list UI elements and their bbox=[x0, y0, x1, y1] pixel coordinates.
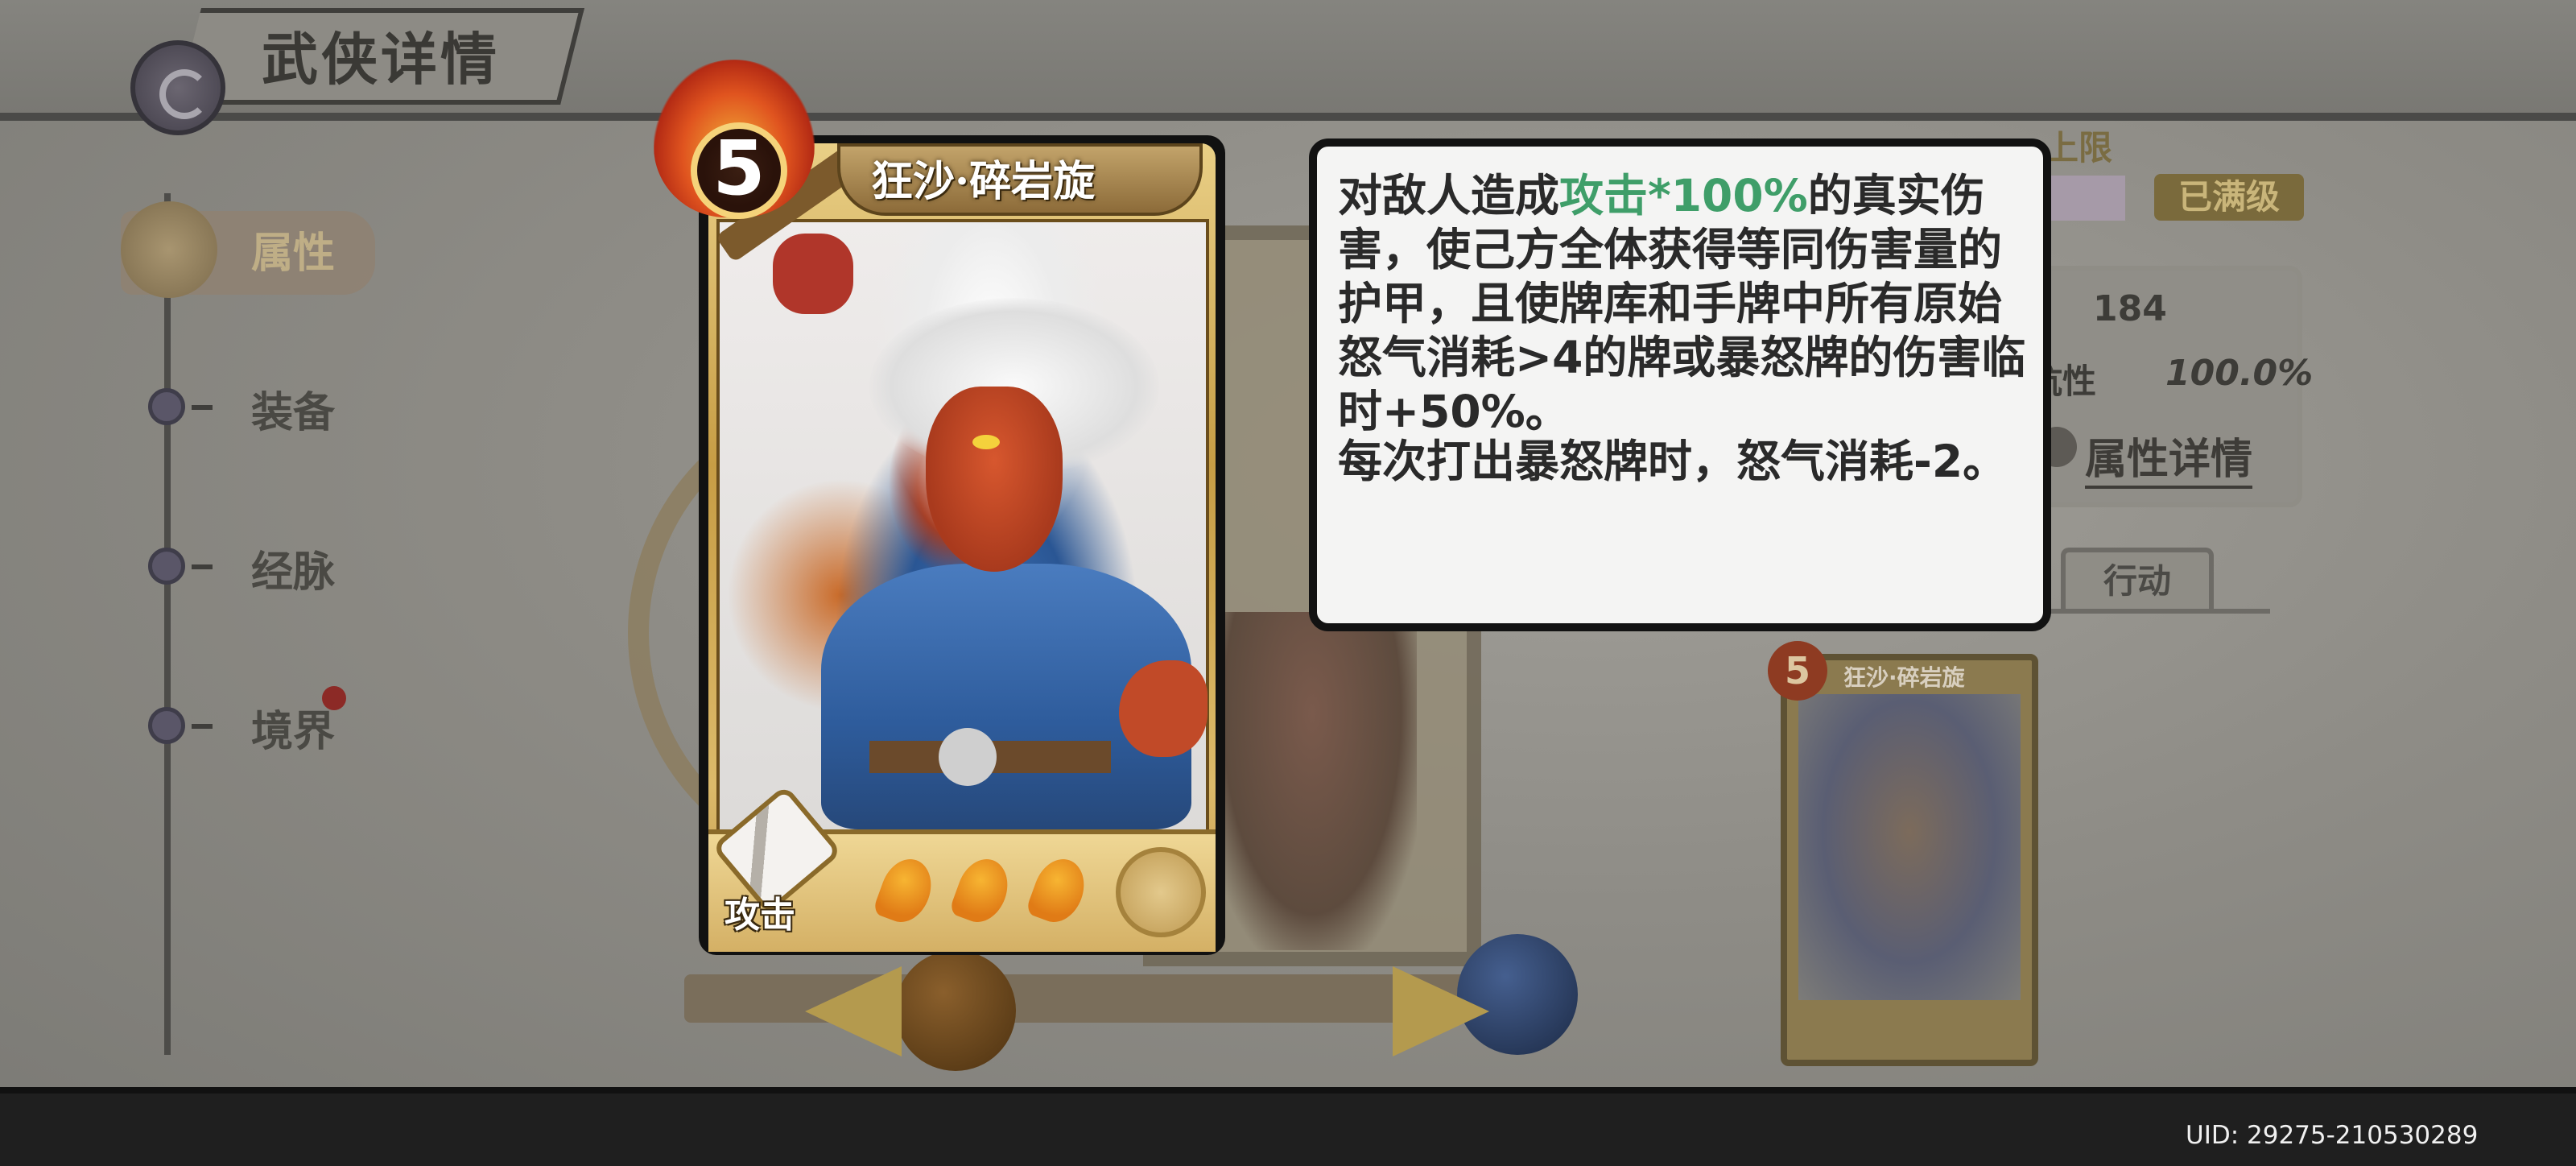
card-name: 狂沙·碎岩旋 bbox=[871, 157, 1096, 206]
sidebar-item-attributes-label: 属性 bbox=[251, 229, 336, 278]
mace-icon bbox=[895, 950, 1016, 1071]
attribute-details-link[interactable]: 属性详情 bbox=[2085, 425, 2253, 489]
description-highlight: 攻击*100% bbox=[1559, 170, 1808, 221]
description-text: 对敌人造成 bbox=[1338, 170, 1560, 221]
back-button[interactable] bbox=[130, 40, 225, 135]
mini-card-cost: 5 bbox=[1768, 641, 1827, 701]
nav-timeline bbox=[164, 193, 171, 1055]
notification-dot bbox=[322, 686, 346, 710]
nav-dash bbox=[192, 724, 213, 729]
skill-description-extra: 每次打出暴怒牌时，怒气消耗-2。 bbox=[1338, 436, 2008, 487]
page-title: 武侠详情 bbox=[262, 26, 500, 93]
card-art-dragon-head bbox=[926, 387, 1063, 572]
level-upper-label: 上限 bbox=[2045, 128, 2113, 167]
nav-dot-icon bbox=[148, 707, 185, 744]
sidebar-item-meridians-label: 经脉 bbox=[251, 548, 336, 597]
card-cost: 5 bbox=[712, 125, 766, 213]
card-type: 攻击 bbox=[724, 895, 795, 936]
tab-action[interactable]: 行动 bbox=[2061, 548, 2214, 610]
nav-dot-icon bbox=[148, 548, 185, 585]
sidebar-item-equipment-label: 装备 bbox=[251, 388, 336, 437]
background-character bbox=[1208, 612, 1417, 950]
stat-value: 184 bbox=[2093, 288, 2167, 329]
next-arrow-icon[interactable] bbox=[1393, 966, 1489, 1056]
card-art-eye bbox=[972, 435, 1000, 449]
nav-dot-icon bbox=[148, 388, 185, 425]
attributes-icon bbox=[121, 201, 217, 298]
tab-underline bbox=[2029, 609, 2270, 614]
faction-emblem-icon bbox=[1116, 847, 1206, 937]
nav-dash bbox=[192, 564, 213, 569]
stat-value: 100.0% bbox=[2165, 353, 2314, 394]
sidebar-item-realm-label: 境界 bbox=[251, 707, 336, 756]
card-art-fist bbox=[773, 234, 853, 314]
card-art bbox=[1798, 694, 2021, 1000]
skill-description-main: 对敌人造成攻击*100%的真实伤害，使己方全体获得等同伤害量的护甲，且使牌库和手… bbox=[1338, 169, 2030, 439]
max-level-badge: 已满级 bbox=[2154, 174, 2304, 221]
previous-arrow-icon[interactable] bbox=[805, 966, 902, 1056]
uid-label: UID: 29275-210530289 bbox=[2186, 1121, 2479, 1150]
mini-card-name: 狂沙·碎岩旋 bbox=[1843, 664, 1965, 691]
card-art-buckle bbox=[939, 728, 997, 786]
nav-dash bbox=[192, 405, 213, 410]
